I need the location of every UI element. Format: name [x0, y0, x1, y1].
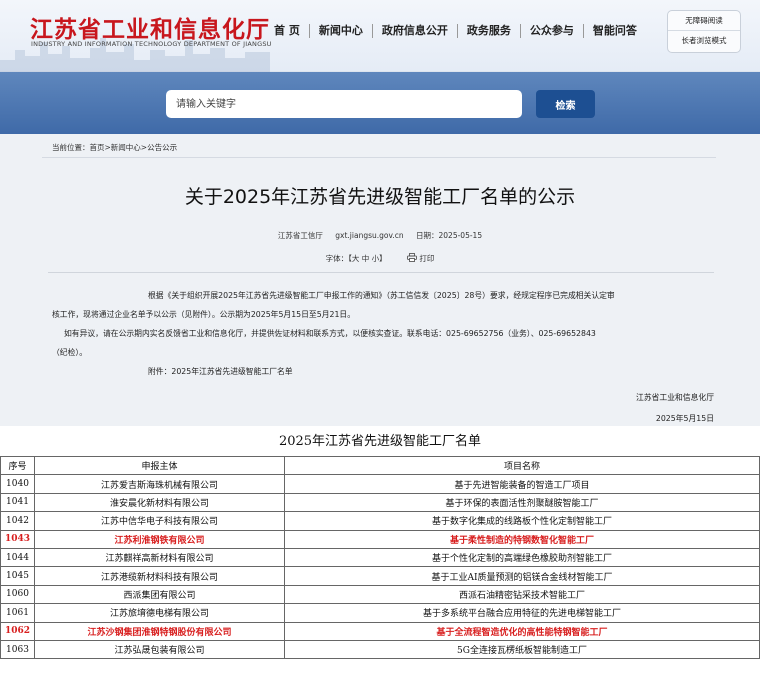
cell-no: 1045: [0, 566, 35, 586]
article-tools: 字体：【大 中 小】 打印: [0, 253, 760, 264]
table-row: 1041 淮安晨化新材料有限公司 基于环保的表面活性剂聚醚胺智能工厂: [0, 492, 760, 513]
font-size-close: 】: [379, 254, 387, 263]
cell-project: 西派石油精密钻采技术智能工厂: [284, 584, 760, 605]
signoff: 江苏省工业和信息化厅 2025年5月15日: [636, 387, 714, 429]
accessible-reading-button[interactable]: 无障碍阅读: [668, 11, 740, 31]
cell-project: 5G全连接瓦楞纸板智能制造工厂: [284, 639, 760, 660]
font-size-options[interactable]: 大 中 小: [352, 254, 379, 263]
nav-item-home[interactable]: 首 页: [265, 24, 309, 38]
article-date: 日期：2025-05-15: [416, 231, 483, 240]
nav-item-gov-info[interactable]: 政府信息公开: [371, 24, 457, 38]
accessibility-panel: 无障碍阅读 长者浏览模式: [667, 10, 741, 53]
cell-no: 1062: [0, 621, 35, 641]
cell-no: 1063: [0, 639, 35, 660]
header-project: 项目名称: [284, 455, 760, 476]
table-title: 2025年江苏省先进级智能工厂名单: [278, 434, 482, 449]
cell-project: 基于数字化集成的线路板个性化定制智能工厂: [284, 511, 760, 531]
cell-no: 1040: [0, 474, 35, 494]
cell-company: 江苏中信华电子科技有限公司: [34, 511, 285, 531]
cell-project: 基于柔性制造的特钢数智化智能工厂: [284, 529, 760, 549]
cell-no: 1061: [0, 603, 35, 623]
cell-project: 基于个性化定制的高端绿色橡胶助剂智能工厂: [284, 547, 760, 568]
body-paragraph-1-line-2: 核工作，现将通过企业名单予以公示（见附件）。公示期为2025年5月15日至5月2…: [52, 310, 355, 319]
attachment-link[interactable]: 附件：2025年江苏省先进级智能工厂名单: [52, 362, 714, 381]
search-input[interactable]: [166, 90, 522, 118]
table-row: 1044 江苏麒祥高新材料有限公司 基于个性化定制的高端绿色橡胶助剂智能工厂: [0, 547, 760, 568]
breadcrumb-label: 当前位置：: [52, 143, 90, 152]
site-header: 江苏省工业和信息化厅 INDUSTRY AND INFORMATION TECH…: [0, 0, 760, 72]
search-band: 检索: [0, 72, 760, 134]
nav-item-services[interactable]: 政务服务: [456, 24, 520, 38]
article-meta: 江苏省工信厅 gxt.jiangsu.gov.cn 日期：2025-05-15: [0, 230, 760, 241]
print-label: 打印: [419, 254, 435, 263]
site-logo-title[interactable]: 江苏省工业和信息化厅: [30, 10, 270, 44]
cell-company: 江苏弘晟包装有限公司: [34, 639, 285, 660]
cell-no: 1042: [0, 511, 35, 531]
cell-no: 1060: [0, 584, 35, 605]
signoff-org: 江苏省工业和信息化厅: [636, 393, 714, 402]
cell-project: 基于环保的表面活性剂聚醚胺智能工厂: [284, 492, 760, 513]
table-row: 1062 江苏沙钢集团淮钢特钢股份有限公司 基于全流程智造优化的高性能特钢智能工厂: [0, 621, 760, 641]
table-row: 1043 江苏利淮钢铁有限公司 基于柔性制造的特钢数智化智能工厂: [0, 529, 760, 549]
breadcrumb-path[interactable]: 首页>新闻中心>公告公示: [90, 143, 178, 152]
article-body: 根据《关于组织开展2025年江苏省先进级智能工厂申报工作的通知》（苏工信信发〔2…: [52, 286, 714, 381]
header-company: 申报主体: [34, 455, 285, 476]
table-header-row: 序号 申报主体 项目名称: [0, 455, 760, 476]
cell-company: 江苏旅堉德电梯有限公司: [34, 603, 285, 623]
breadcrumb: 当前位置：首页>新闻中心>公告公示: [42, 142, 716, 158]
elder-mode-button[interactable]: 长者浏览模式: [668, 31, 740, 51]
main-nav: 首 页 新闻中心 政府信息公开 政务服务 公众参与 智能问答: [265, 24, 646, 38]
site-logo-subtitle: INDUSTRY AND INFORMATION TECHNOLOGY DEPA…: [31, 40, 272, 48]
body-paragraph-2-line-2: （纪检）。: [52, 348, 88, 357]
table-row: 1063 江苏弘晟包装有限公司 5G全连接瓦楞纸板智能制造工厂: [0, 639, 760, 660]
article-title: 关于2025年江苏省先进级智能工厂名单的公示: [184, 186, 576, 208]
factory-list-table: 序号 申报主体 项目名称 1040 江苏爱吉斯海珠机械有限公司 基于先进智能装备的智…: [0, 455, 760, 660]
article-source: 江苏省工信厅: [277, 231, 323, 240]
nav-item-smart-qa[interactable]: 智能问答: [582, 24, 646, 38]
cell-company: 江苏港缆新材料科技有限公司: [34, 566, 285, 586]
body-paragraph-2-line-1: 如有异议，请在公示期内实名反馈省工业和信息化厅，并提供佐证材料和联系方式，以便核…: [64, 329, 596, 338]
cell-no: 1041: [0, 492, 35, 513]
cell-project: 基于多系统平台融合应用特征的先进电梯智能工厂: [284, 603, 760, 623]
article-site: gxt.jiangsu.gov.cn: [335, 231, 404, 240]
font-size-label: 字体：【: [325, 254, 352, 263]
cell-no: 1043: [0, 529, 35, 549]
cell-project: 基于全流程智造优化的高性能特钢智能工厂: [284, 621, 760, 641]
nav-item-news[interactable]: 新闻中心: [308, 24, 372, 38]
nav-item-participation[interactable]: 公众参与: [519, 24, 583, 38]
print-button[interactable]: 打印: [407, 253, 435, 263]
meta-divider: [48, 272, 714, 273]
table-row: 1060 西派集团有限公司 西派石油精密钻采技术智能工厂: [0, 584, 760, 605]
table-row: 1040 江苏爱吉斯海珠机械有限公司 基于先进智能装备的智造工厂项目: [0, 474, 760, 494]
printer-icon: [407, 253, 417, 262]
table-row: 1061 江苏旅堉德电梯有限公司 基于多系统平台融合应用特征的先进电梯智能工厂: [0, 603, 760, 623]
cell-company: 江苏沙钢集团淮钢特钢股份有限公司: [34, 621, 285, 641]
cell-company: 西派集团有限公司: [34, 584, 285, 605]
cell-company: 江苏爱吉斯海珠机械有限公司: [34, 474, 285, 494]
table-row: 1045 江苏港缆新材料科技有限公司 基于工业AI质量预测的铝镁合金线材智能工厂: [0, 566, 760, 586]
cell-project: 基于先进智能装备的智造工厂项目: [284, 474, 760, 494]
body-paragraph-1-line-1: 根据《关于组织开展2025年江苏省先进级智能工厂申报工作的通知》（苏工信信发〔2…: [148, 291, 615, 300]
cell-company: 淮安晨化新材料有限公司: [34, 492, 285, 513]
header-no: 序号: [0, 455, 35, 476]
cell-company: 江苏利淮钢铁有限公司: [34, 529, 285, 549]
search-button[interactable]: 检索: [536, 90, 595, 118]
cell-company: 江苏麒祥高新材料有限公司: [34, 547, 285, 568]
table-row: 1042 江苏中信华电子科技有限公司 基于数字化集成的线路板个性化定制智能工厂: [0, 511, 760, 531]
cell-no: 1044: [0, 547, 35, 568]
cell-project: 基于工业AI质量预测的铝镁合金线材智能工厂: [284, 566, 760, 586]
article-section: 当前位置：首页>新闻中心>公告公示 关于2025年江苏省先进级智能工厂名单的公示…: [0, 134, 760, 426]
attachment-table-section: 2025年江苏省先进级智能工厂名单 序号 申报主体 项目名称 1040 江苏爱吉斯…: [0, 426, 760, 673]
